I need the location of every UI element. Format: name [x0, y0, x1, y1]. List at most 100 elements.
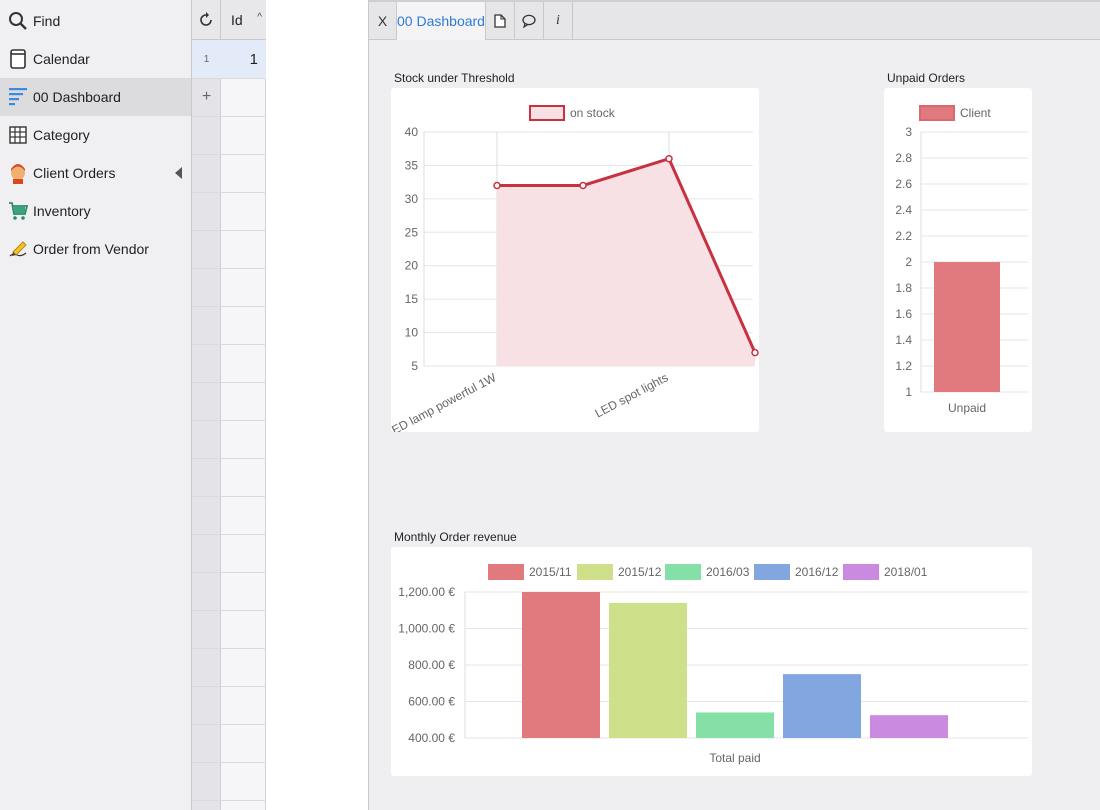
id-column-header[interactable]: Id ^ — [222, 0, 266, 40]
y-tick-label: 40 — [405, 125, 419, 139]
row-divider — [192, 648, 266, 649]
y-tick-label: 1.6 — [895, 307, 912, 321]
row-divider — [192, 230, 266, 231]
close-tab-button[interactable]: X — [369, 2, 397, 40]
stock-chart-title: Stock under Threshold — [394, 71, 515, 85]
y-tick-label: 2.2 — [895, 229, 912, 243]
bar-2015-12 — [609, 602, 687, 738]
y-tick-label: 3 — [905, 125, 912, 139]
row-divider — [192, 610, 266, 611]
sidebar-item-order-from-vendor[interactable]: Order from Vendor — [0, 230, 191, 268]
legend-on-stock-label: on stock — [570, 106, 616, 120]
dashboard-area: X 00 Dashboard i Stock under Threshold 5… — [369, 0, 1100, 810]
legend-2016-12-swatch — [754, 564, 790, 580]
y-tick-label: 10 — [405, 326, 419, 340]
legend-2015-12-label: 2015/12 — [618, 565, 662, 579]
x-tick-label: LED spot lights — [593, 370, 671, 420]
sidebar-item-label: Order from Vendor — [33, 241, 149, 257]
y-tick-label: 800.00 € — [408, 658, 455, 672]
search-icon — [7, 10, 29, 32]
bar-client — [934, 262, 1000, 392]
sidebar-item-category[interactable]: Category — [0, 116, 191, 154]
reload-icon — [200, 12, 212, 26]
reload-button[interactable] — [192, 0, 221, 40]
row-id-value[interactable]: 1 — [222, 40, 266, 78]
add-record-button[interactable]: + — [192, 78, 221, 116]
sidebar: Find Calendar 00 Dashboard Category Clie… — [0, 0, 192, 810]
y-tick-label: 2.8 — [895, 151, 912, 165]
stock-chart-card: 5 10 15 20 25 30 35 40 LED lamp powerful 1W LED s… — [383, 88, 759, 440]
row-divider — [192, 420, 266, 421]
record-list: Id ^ 1 1 + — [192, 0, 266, 810]
collapse-arrow-icon[interactable] — [175, 167, 182, 179]
row-divider — [192, 534, 266, 535]
row-divider — [192, 78, 266, 79]
bar-2016-12 — [783, 674, 861, 738]
x-tick-label: LED lamp powerful 1W — [391, 370, 499, 432]
info-button[interactable]: i — [544, 2, 573, 40]
row-divider — [192, 496, 266, 497]
row-divider — [192, 268, 266, 269]
y-tick-label: 400.00 € — [408, 731, 455, 745]
row-divider — [192, 800, 266, 801]
document-icon — [494, 14, 506, 28]
cart-icon — [7, 200, 29, 222]
sidebar-item-label: Client Orders — [33, 165, 116, 181]
legend-2016-12-label: 2016/12 — [795, 565, 839, 579]
sidebar-item-label: Find — [33, 13, 61, 29]
y-tick-label: 2.4 — [895, 203, 912, 217]
x-tick-label: Total paid — [709, 751, 760, 765]
revenue-bar-chart: 400.00 € 600.00 € 800.00 € 1,000.00 € 1,200.… — [398, 564, 1028, 765]
bar-2015-11 — [522, 592, 600, 738]
row-divider — [192, 382, 266, 383]
row-divider — [192, 116, 266, 117]
row-divider — [192, 344, 266, 345]
legend-2015-11-label: 2015/11 — [529, 565, 572, 579]
row-divider — [192, 686, 266, 687]
document-button[interactable] — [486, 2, 515, 40]
sidebar-item-dashboard[interactable]: 00 Dashboard — [0, 78, 191, 116]
sidebar-item-client-orders[interactable]: Client Orders — [0, 154, 191, 192]
legend-2018-01-label: 2018/01 — [884, 565, 928, 579]
stock-line-chart: 5 10 15 20 25 30 35 40 LED lamp powerful 1W LED s… — [383, 105, 759, 440]
legend-2016-03-label: 2016/03 — [706, 565, 750, 579]
sort-asc-icon[interactable]: ^ — [257, 12, 262, 23]
pencil-icon — [7, 238, 29, 260]
row-divider — [192, 724, 266, 725]
y-tick-label: 20 — [405, 259, 419, 273]
sidebar-item-label: Category — [33, 127, 90, 143]
y-tick-label: 25 — [405, 225, 419, 239]
row-divider — [192, 762, 266, 763]
data-point — [751, 348, 759, 357]
comment-button[interactable] — [515, 2, 544, 40]
sidebar-item-label: 00 Dashboard — [33, 89, 121, 105]
row-divider — [192, 154, 266, 155]
legend-2015-11-swatch — [488, 564, 524, 580]
comment-icon — [522, 14, 536, 28]
legend-2015-12-swatch — [577, 564, 613, 580]
data-point — [493, 181, 501, 190]
sidebar-item-find[interactable]: Find — [0, 2, 191, 40]
sidebar-item-label: Calendar — [33, 51, 90, 67]
sidebar-item-calendar[interactable]: Calendar — [0, 40, 191, 78]
table-icon — [7, 124, 29, 146]
y-tick-label: 35 — [405, 158, 419, 172]
sidebar-item-inventory[interactable]: Inventory — [0, 192, 191, 230]
revenue-chart-card: 400.00 € 600.00 € 800.00 € 1,000.00 € 1,200.… — [391, 547, 1032, 776]
client-icon — [7, 162, 29, 184]
y-tick-label: 1.8 — [895, 281, 912, 295]
y-tick-label: 5 — [411, 359, 418, 373]
y-tick-label: 1.4 — [895, 333, 912, 347]
y-tick-label: 2 — [905, 255, 912, 269]
bar-2018-01 — [870, 715, 948, 738]
unpaid-bar-chart: 1 1.2 1.4 1.6 1.8 2 2.2 2.4 2.6 2.8 3 Unpaid Client — [895, 105, 1028, 415]
row-number: 1 — [203, 53, 210, 65]
y-tick-label: 2.6 — [895, 177, 912, 191]
tab-dashboard[interactable]: 00 Dashboard — [397, 2, 486, 40]
x-tick-label: Unpaid — [948, 401, 986, 415]
y-tick-label: 1,200.00 € — [398, 585, 455, 599]
legend-client-label: Client — [960, 106, 991, 120]
unpaid-chart-card: 1 1.2 1.4 1.6 1.8 2 2.2 2.4 2.6 2.8 3 Unpaid Client — [884, 88, 1032, 432]
y-tick-label: 1.2 — [895, 359, 912, 373]
y-tick-label: 30 — [405, 192, 419, 206]
